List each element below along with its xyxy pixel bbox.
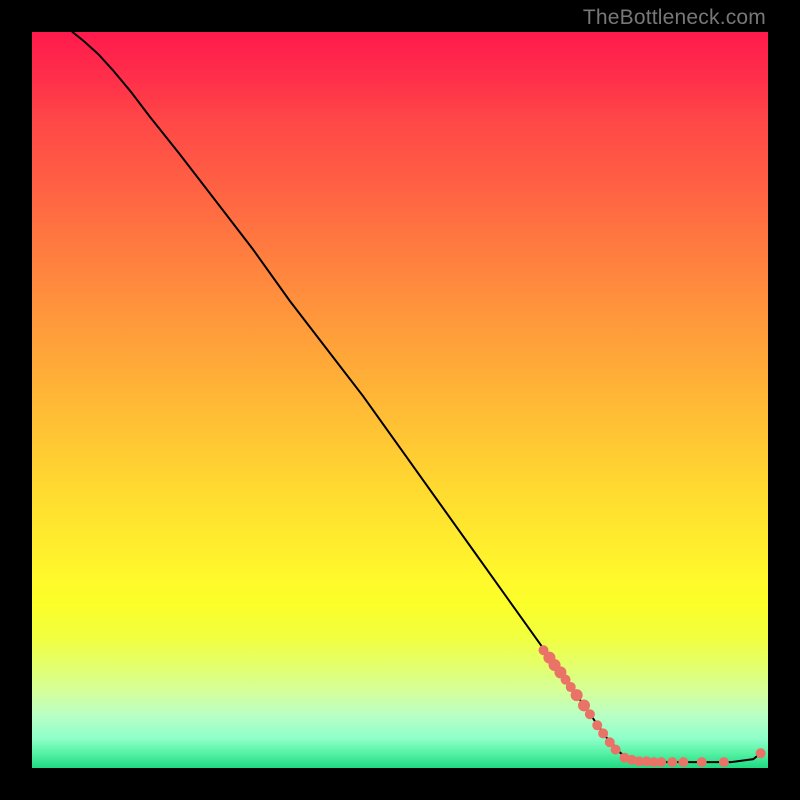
bottleneck-curve	[72, 32, 760, 762]
data-marker	[571, 689, 583, 701]
data-marker	[598, 728, 608, 738]
data-marker	[656, 757, 666, 767]
data-marker	[697, 757, 707, 767]
chart-svg	[32, 32, 768, 768]
data-marker	[667, 757, 677, 767]
plot-area	[32, 32, 768, 768]
data-marker	[592, 720, 602, 730]
data-marker	[611, 745, 621, 755]
data-marker	[756, 748, 766, 758]
chart-frame: TheBottleneck.com	[0, 0, 800, 800]
marker-group	[539, 645, 766, 767]
data-marker	[678, 757, 688, 767]
data-marker	[585, 709, 595, 719]
data-marker	[719, 757, 729, 767]
attribution-label: TheBottleneck.com	[583, 6, 766, 30]
